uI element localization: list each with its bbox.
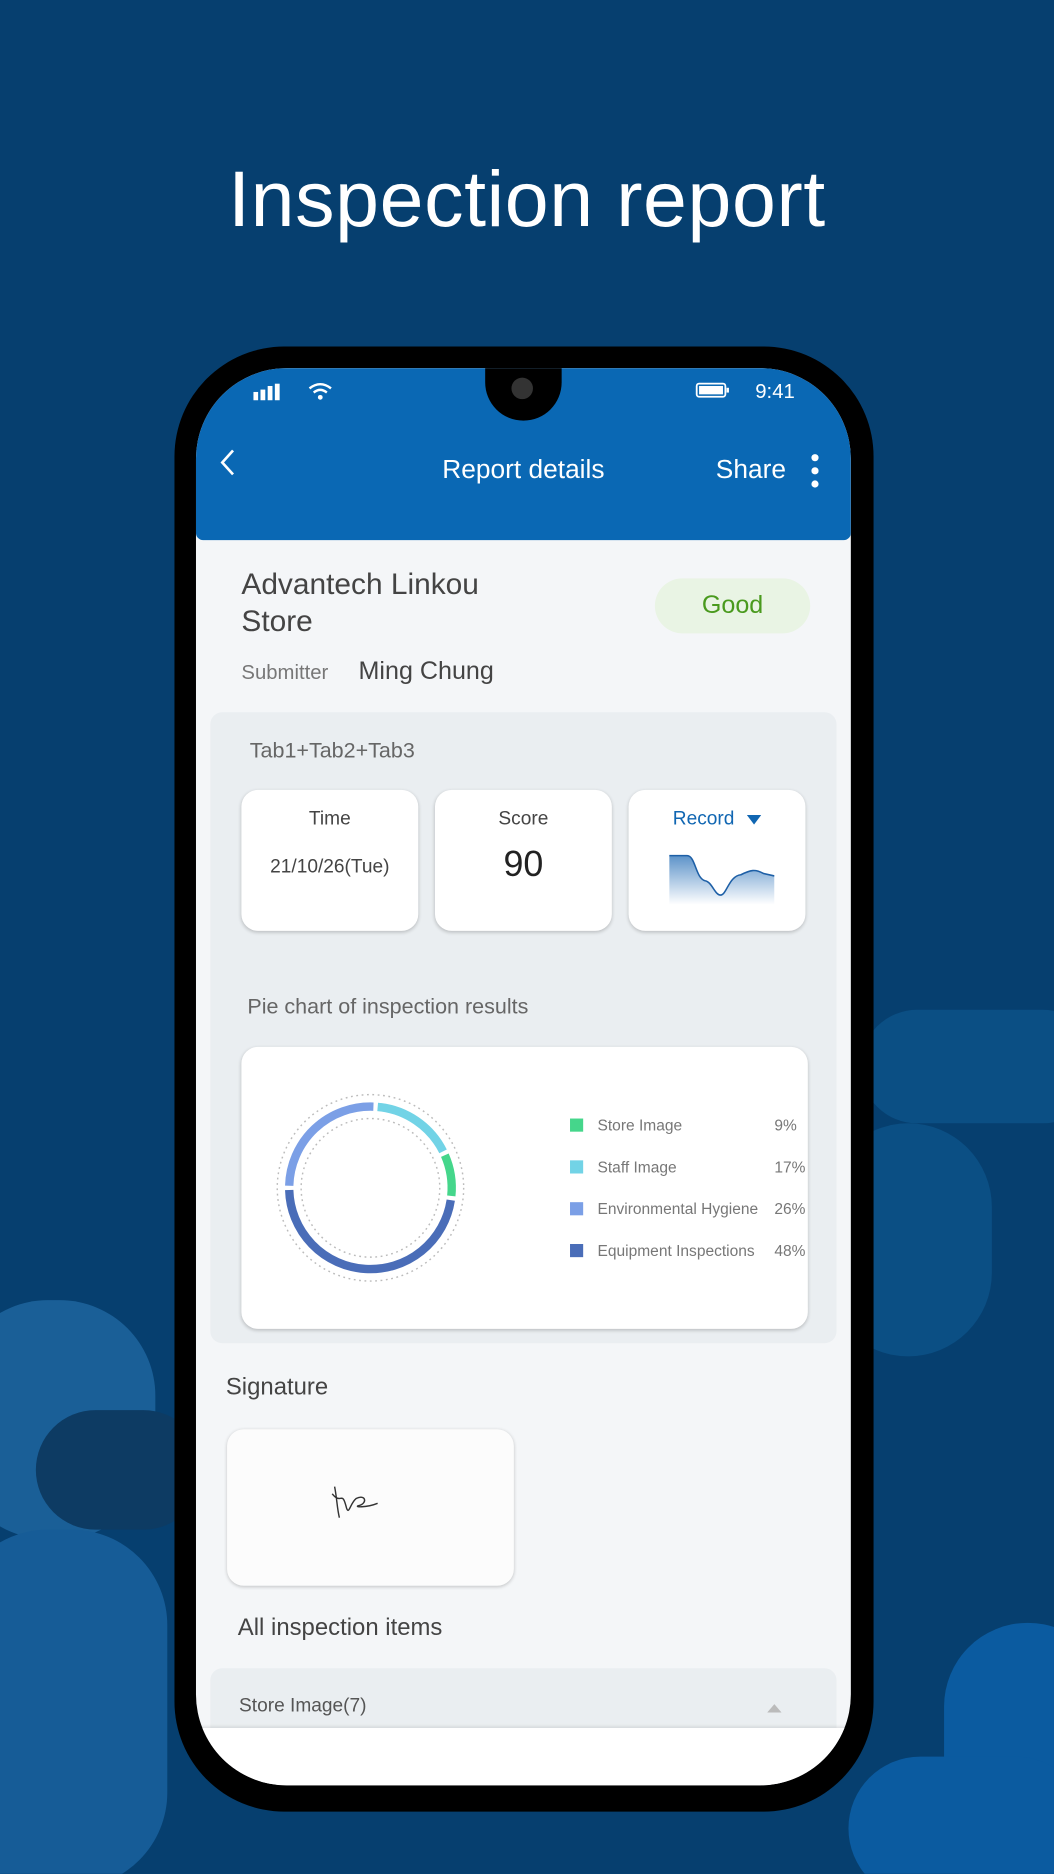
bottom-bar bbox=[195, 1727, 851, 1786]
signature-image bbox=[331, 1486, 378, 1518]
record-card[interactable]: Record bbox=[628, 789, 806, 931]
share-button[interactable]: Share bbox=[716, 454, 786, 485]
banner-title: Inspection report bbox=[228, 154, 826, 243]
camera-notch bbox=[485, 368, 562, 421]
record-sparkline bbox=[669, 854, 775, 905]
pie-section-title: Pie chart of inspection results bbox=[247, 994, 529, 1019]
legend-percent: 48% bbox=[774, 1241, 806, 1260]
more-vertical-icon[interactable] bbox=[808, 453, 822, 489]
caret-down-icon bbox=[746, 814, 762, 825]
status-time: 9:41 bbox=[755, 380, 795, 403]
record-dropdown[interactable]: Record bbox=[629, 809, 806, 831]
summary-panel: Tab1+Tab2+Tab3 Time 21/10/26(Tue) Score … bbox=[210, 712, 837, 1344]
legend-item: Store Image bbox=[570, 1116, 682, 1134]
time-card: Time 21/10/26(Tue) bbox=[241, 789, 419, 931]
legend-percent: 9% bbox=[774, 1116, 797, 1135]
legend-item: Equipment Inspections bbox=[570, 1242, 755, 1260]
decor-blob bbox=[0, 1529, 168, 1874]
donut-slice-store-image bbox=[440, 1153, 456, 1197]
tabs-label: Tab1+Tab2+Tab3 bbox=[249, 738, 415, 763]
donut-slice-staff-image bbox=[377, 1102, 447, 1154]
inner-dotted-ring bbox=[300, 1117, 441, 1258]
submitter-name: Ming Chung bbox=[358, 657, 494, 685]
decor-blob bbox=[848, 1756, 1054, 1874]
camera-icon bbox=[511, 377, 533, 400]
signature-card bbox=[227, 1429, 514, 1586]
legend-item: Environmental Hygiene bbox=[570, 1200, 758, 1218]
submitter-label: Submitter bbox=[241, 660, 329, 684]
legend-swatch bbox=[570, 1160, 584, 1174]
decor-blob bbox=[860, 1009, 1054, 1124]
legend-percent: 17% bbox=[774, 1157, 806, 1176]
time-value: 21/10/26(Tue) bbox=[270, 856, 390, 878]
donut-chart bbox=[276, 1093, 465, 1282]
status-badge: Good bbox=[654, 578, 811, 634]
time-label: Time bbox=[308, 809, 351, 830]
app-header: 9:41 Report details Share bbox=[195, 368, 851, 541]
legend-label: Store Image bbox=[597, 1116, 683, 1135]
outer-dotted-ring bbox=[276, 1093, 465, 1282]
legend-item: Staff Image bbox=[570, 1158, 677, 1176]
legend-label: Equipment Inspections bbox=[597, 1241, 755, 1260]
signature-title: Signature bbox=[225, 1374, 329, 1401]
legend-percent: 26% bbox=[774, 1199, 806, 1218]
score-value: 90 bbox=[503, 844, 544, 885]
legend-swatch bbox=[570, 1118, 584, 1132]
legend-swatch bbox=[570, 1244, 584, 1258]
signal-icon bbox=[253, 383, 280, 401]
wifi-icon bbox=[308, 383, 332, 400]
legend-label: Staff Image bbox=[597, 1157, 677, 1176]
caret-up-icon bbox=[767, 1704, 782, 1713]
pie-card: Store Image 9% Staff Image 17% Environmental… bbox=[241, 1046, 808, 1329]
legend-label: Environmental Hygiene bbox=[597, 1199, 759, 1218]
phone-screen: 9:41 Report details Share Advantech Link… bbox=[195, 368, 851, 1786]
inspection-items-title: All inspection items bbox=[237, 1614, 443, 1641]
group-label: Store Image(7) bbox=[239, 1695, 367, 1717]
score-card: Score 90 bbox=[434, 789, 612, 931]
legend-swatch bbox=[570, 1202, 584, 1216]
store-name: Advantech Linkou Store bbox=[241, 567, 479, 639]
record-label: Record bbox=[672, 809, 735, 830]
score-label: Score bbox=[498, 809, 549, 830]
stage: Inspection report 9:41 Report details Sh… bbox=[0, 0, 1054, 1874]
battery-icon bbox=[695, 382, 729, 398]
